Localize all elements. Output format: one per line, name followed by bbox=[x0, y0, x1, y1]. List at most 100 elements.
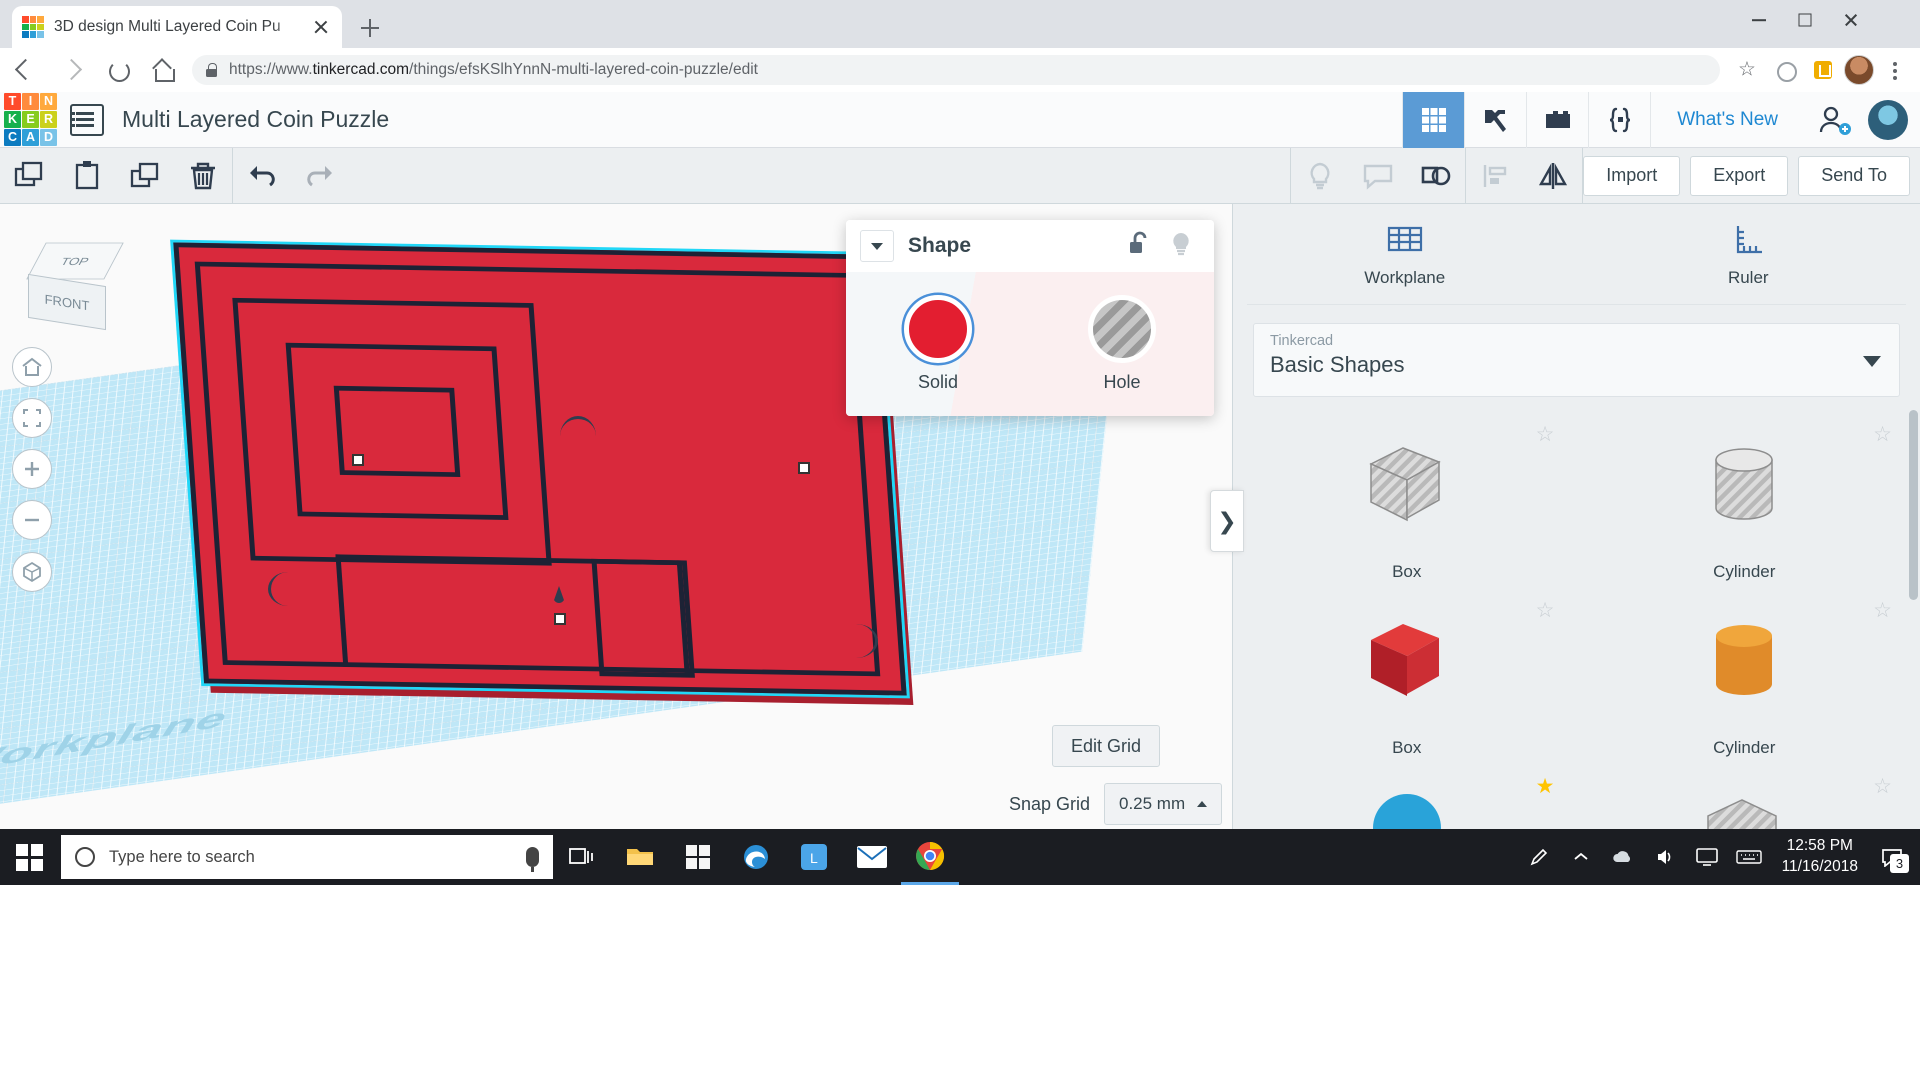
favorite-star-icon[interactable]: ☆ bbox=[1536, 422, 1555, 447]
pen-icon[interactable] bbox=[1518, 829, 1560, 885]
address-bar[interactable]: https://www.tinkercad.com/things/efsKSlh… bbox=[192, 55, 1720, 85]
favorite-star-icon[interactable]: ☆ bbox=[1873, 422, 1892, 447]
task-view-icon[interactable] bbox=[553, 829, 611, 885]
selection-handle[interactable] bbox=[352, 454, 364, 466]
tab-close-icon[interactable] bbox=[310, 16, 332, 38]
sidebar-tool-workplane[interactable]: Workplane bbox=[1233, 204, 1577, 304]
mail-icon[interactable] bbox=[843, 829, 901, 885]
bookmark-star-icon[interactable] bbox=[1730, 53, 1764, 87]
favorite-star-icon[interactable]: ☆ bbox=[1536, 598, 1555, 623]
keyboard-icon[interactable] bbox=[1728, 829, 1770, 885]
forward-arrow-icon[interactable] bbox=[52, 50, 92, 90]
shape-item-box-solid[interactable]: ☆ Box bbox=[1253, 592, 1561, 764]
codeblocks-icon[interactable] bbox=[1588, 91, 1650, 148]
duplicate-icon[interactable] bbox=[116, 148, 174, 204]
mirror-icon[interactable] bbox=[1524, 148, 1582, 204]
new-tab-button[interactable] bbox=[356, 14, 384, 42]
sidebar-collapse-toggle[interactable]: ❯ bbox=[1210, 490, 1244, 552]
note-icon[interactable] bbox=[1349, 148, 1407, 204]
copy-icon[interactable] bbox=[0, 148, 58, 204]
minecraft-pickaxe-icon[interactable] bbox=[1464, 91, 1526, 148]
chevron-down-icon[interactable] bbox=[860, 230, 894, 262]
display-icon[interactable] bbox=[1686, 829, 1728, 885]
whats-new-link[interactable]: What's New bbox=[1650, 91, 1804, 148]
selection-handle[interactable] bbox=[798, 462, 810, 474]
microphone-icon[interactable] bbox=[526, 847, 539, 872]
onedrive-icon[interactable] bbox=[1602, 829, 1644, 885]
orthographic-icon[interactable] bbox=[12, 552, 52, 592]
solid-label: Solid bbox=[917, 372, 959, 392]
solid-color-swatch[interactable] bbox=[904, 295, 972, 363]
export-button[interactable]: Export bbox=[1690, 155, 1789, 196]
import-button[interactable]: Import bbox=[1583, 155, 1681, 196]
group-icon[interactable] bbox=[1407, 148, 1465, 204]
unlock-icon[interactable] bbox=[1126, 230, 1152, 263]
lightbulb-icon[interactable] bbox=[1291, 148, 1349, 204]
shape-properties-panel[interactable]: Shape Solid Hole bbox=[846, 220, 1214, 416]
delete-icon[interactable] bbox=[174, 148, 232, 204]
grid-view-icon[interactable] bbox=[1402, 91, 1465, 148]
view-cube-front-face[interactable]: FRONT bbox=[28, 273, 106, 331]
home-icon[interactable] bbox=[144, 50, 184, 90]
solid-option[interactable]: Solid bbox=[846, 272, 1030, 416]
shape-label: Cylinder bbox=[1713, 562, 1776, 581]
selection-handle-center[interactable] bbox=[554, 613, 566, 625]
view-cube-top-face[interactable]: TOP bbox=[26, 242, 124, 280]
home-view-icon[interactable] bbox=[12, 347, 52, 387]
browser-tab[interactable]: 3D design Multi Layered Coin Pu bbox=[12, 6, 342, 48]
microsoft-store-icon[interactable] bbox=[669, 829, 727, 885]
zoom-out-icon[interactable] bbox=[12, 500, 52, 540]
3d-model-coin-puzzle[interactable] bbox=[173, 242, 907, 696]
lego-brick-icon[interactable] bbox=[1526, 91, 1588, 148]
add-user-icon[interactable] bbox=[1804, 92, 1864, 148]
action-center-icon[interactable]: 3 bbox=[1870, 829, 1914, 885]
project-list-icon[interactable] bbox=[70, 103, 104, 136]
chrome-menu-icon[interactable] bbox=[1880, 53, 1910, 87]
volume-icon[interactable] bbox=[1644, 829, 1686, 885]
shape-item-cylinder-hole[interactable]: ☆ Cylinder bbox=[1591, 416, 1899, 588]
shape-panel-header: Shape bbox=[846, 220, 1214, 272]
windows-taskbar: Type here to search L 12:58 PM 11/16/201… bbox=[0, 829, 1920, 885]
file-explorer-icon[interactable] bbox=[611, 829, 669, 885]
back-arrow-icon[interactable] bbox=[6, 50, 46, 90]
fit-to-view-icon[interactable] bbox=[12, 398, 52, 438]
send-to-button[interactable]: Send To bbox=[1798, 155, 1910, 196]
show-hidden-icons-chevron[interactable] bbox=[1560, 829, 1602, 885]
window-maximize-button[interactable] bbox=[1782, 0, 1828, 40]
lightroom-icon[interactable]: L bbox=[785, 829, 843, 885]
chrome-icon[interactable] bbox=[901, 829, 959, 885]
sidebar-scrollbar-thumb[interactable] bbox=[1909, 410, 1918, 600]
shape-item-box-hole[interactable]: ☆ Box bbox=[1253, 416, 1561, 588]
lightbulb-icon[interactable] bbox=[1168, 230, 1194, 263]
search-input[interactable]: Type here to search bbox=[61, 835, 553, 879]
edit-grid-button[interactable]: Edit Grid bbox=[1051, 725, 1160, 767]
shape-item-cylinder-solid[interactable]: ☆ Cylinder bbox=[1591, 592, 1899, 764]
edge-icon[interactable] bbox=[727, 829, 785, 885]
favorite-star-icon[interactable]: ☆ bbox=[1873, 774, 1892, 799]
page-title[interactable]: Multi Layered Coin Puzzle bbox=[122, 106, 389, 133]
taskbar-clock[interactable]: 12:58 PM 11/16/2018 bbox=[1770, 836, 1870, 878]
extension-badge-icon[interactable] bbox=[1806, 53, 1840, 87]
redo-icon[interactable] bbox=[291, 148, 349, 204]
browser-profile-avatar[interactable] bbox=[1844, 55, 1874, 85]
snap-grid-value: 0.25 mm bbox=[1119, 794, 1186, 813]
zoom-in-icon[interactable] bbox=[12, 449, 52, 489]
window-minimize-button[interactable] bbox=[1736, 0, 1782, 40]
user-avatar[interactable] bbox=[1868, 99, 1908, 140]
align-icon[interactable] bbox=[1466, 148, 1524, 204]
hole-option[interactable]: Hole bbox=[1030, 272, 1214, 416]
windows-start-icon[interactable] bbox=[0, 829, 58, 885]
sidebar-tool-ruler[interactable]: Ruler bbox=[1577, 204, 1920, 304]
reload-icon[interactable] bbox=[98, 50, 138, 90]
shape-library-select[interactable]: Tinkercad Basic Shapes bbox=[1253, 323, 1900, 397]
hole-color-swatch[interactable] bbox=[1088, 295, 1156, 363]
tinkercad-logo[interactable]: TINKERCAD bbox=[2, 92, 57, 147]
view-cube[interactable]: TOP FRONT bbox=[26, 238, 124, 331]
window-close-button[interactable] bbox=[1828, 0, 1874, 40]
paste-icon[interactable] bbox=[58, 148, 116, 204]
undo-icon[interactable] bbox=[233, 148, 291, 204]
extension-circle-icon[interactable] bbox=[1768, 53, 1802, 87]
favorite-star-icon[interactable]: ☆ bbox=[1873, 598, 1892, 623]
favorite-star-icon[interactable]: ★ bbox=[1536, 774, 1555, 799]
snap-grid-select[interactable]: 0.25 mm bbox=[1104, 783, 1222, 825]
